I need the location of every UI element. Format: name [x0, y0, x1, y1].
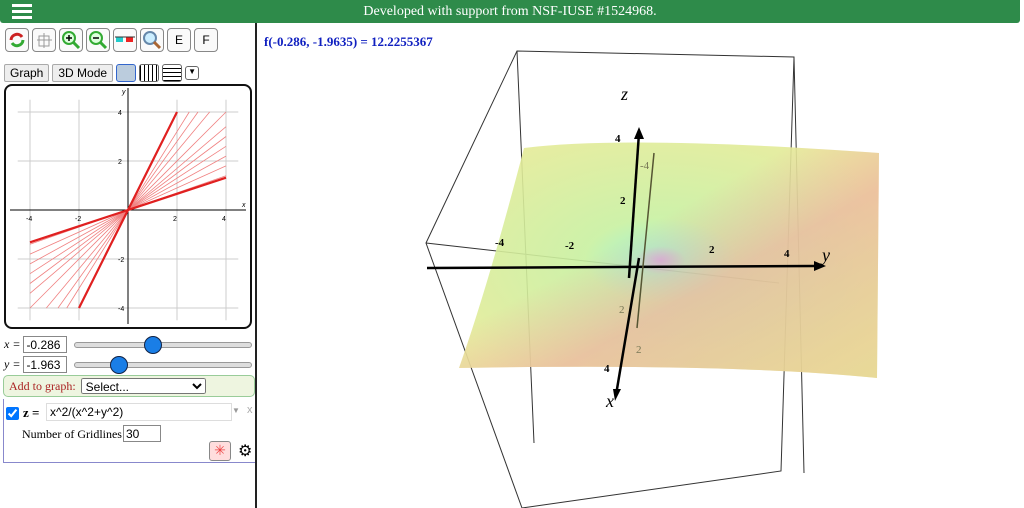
x-slider-row: x = — [4, 335, 253, 354]
x-slider-label: x = — [4, 337, 21, 351]
y-tick-label: -2 — [118, 257, 124, 264]
tab-graph[interactable]: Graph — [4, 64, 50, 82]
3d-plot[interactable]: y z x -4 -2 2 4 4 2 4 -4 2 2 — [259, 23, 1024, 508]
x-tick-label: -4 — [26, 216, 32, 223]
x-tick: 2 — [636, 344, 642, 356]
y-tick-label: 4 — [118, 110, 122, 117]
zoom-in-icon[interactable] — [59, 28, 83, 52]
expression-visible-checkbox[interactable] — [6, 407, 19, 420]
x-tick-label: 4 — [222, 216, 226, 223]
header-title: Developed with support from NSF-IUSE #15… — [363, 4, 657, 19]
mode-tabs: Graph 3D Mode ▼ — [4, 64, 200, 82]
add-to-graph-label: Add to graph: — [9, 378, 76, 393]
contour-plot[interactable]: -4 -2 2 4 4 2 -2 -4 x y — [4, 84, 252, 329]
y-slider[interactable] — [74, 355, 253, 374]
y-tick: 2 — [709, 244, 715, 256]
hamburger-menu-icon[interactable] — [12, 4, 32, 19]
axes-box-icon[interactable] — [32, 28, 56, 52]
x-slider-thumb[interactable] — [143, 335, 162, 354]
x-slider[interactable] — [74, 335, 253, 354]
add-to-graph-select[interactable]: Select... — [80, 378, 206, 394]
x-tick-label: 2 — [173, 216, 177, 223]
contour-style-icon[interactable]: ✳ — [209, 441, 231, 461]
x-axis-label: x — [241, 202, 246, 209]
x-tick: -4 — [640, 160, 650, 172]
expression-dropdown-icon[interactable]: ▼ — [232, 406, 240, 415]
3d-glasses-icon[interactable] — [113, 28, 137, 52]
toolbar: E F — [5, 28, 218, 52]
y-slider-label: y = — [4, 357, 21, 371]
z-tick: 2 — [620, 195, 626, 207]
x-tick: 2 — [619, 304, 625, 316]
x-axis-label: x — [605, 391, 614, 411]
y-axis-label: y — [820, 245, 830, 265]
left-panel: E F Graph 3D Mode ▼ -4 -2 2 4 4 2 -2 -4 x y x = y… — [0, 23, 257, 508]
magnifier-icon[interactable] — [140, 28, 164, 52]
tab-3d-mode[interactable]: 3D Mode — [52, 64, 114, 82]
x-tick: 4 — [604, 363, 610, 375]
header-bar: Developed with support from NSF-IUSE #15… — [0, 0, 1020, 23]
y-tick: 4 — [784, 248, 790, 260]
gridlines-label: Number of Gridlines — [22, 427, 122, 441]
y-tick-label: 2 — [118, 159, 122, 166]
expression-panel: z = ▼ x Number of Gridlines ✳ ⚙ — [3, 399, 255, 463]
surface-shading — [459, 142, 879, 378]
dropdown-chevron-icon[interactable]: ▼ — [185, 66, 200, 80]
e-button[interactable]: E — [167, 28, 191, 52]
expression-input[interactable] — [46, 403, 232, 421]
add-to-graph-bar: Add to graph: Select... — [3, 375, 255, 397]
x-tick-label: -2 — [75, 216, 81, 223]
grid-icon[interactable] — [139, 64, 160, 82]
zoom-out-icon[interactable] — [86, 28, 110, 52]
contour-grid-icon[interactable] — [116, 64, 137, 82]
f-button[interactable]: F — [194, 28, 218, 52]
delete-expression-button[interactable]: x — [247, 404, 253, 416]
y-slider-thumb[interactable] — [110, 355, 129, 374]
y-tick: -2 — [565, 240, 575, 252]
y-value-input[interactable] — [23, 356, 68, 373]
y-tick: -4 — [495, 237, 505, 249]
y-axis-label: y — [121, 89, 126, 96]
z-label: z = — [23, 405, 40, 420]
z-axis-label: z — [620, 84, 628, 104]
grid-points-icon[interactable] — [162, 64, 183, 82]
y-tick-label: -4 — [118, 306, 124, 313]
z-tick: 4 — [615, 133, 621, 145]
x-value-input[interactable] — [23, 336, 68, 353]
gridlines-input[interactable] — [123, 425, 161, 442]
y-slider-row: y = — [4, 355, 253, 374]
reset-view-icon[interactable] — [5, 28, 29, 52]
settings-gear-icon[interactable]: ⚙ — [238, 441, 252, 461]
